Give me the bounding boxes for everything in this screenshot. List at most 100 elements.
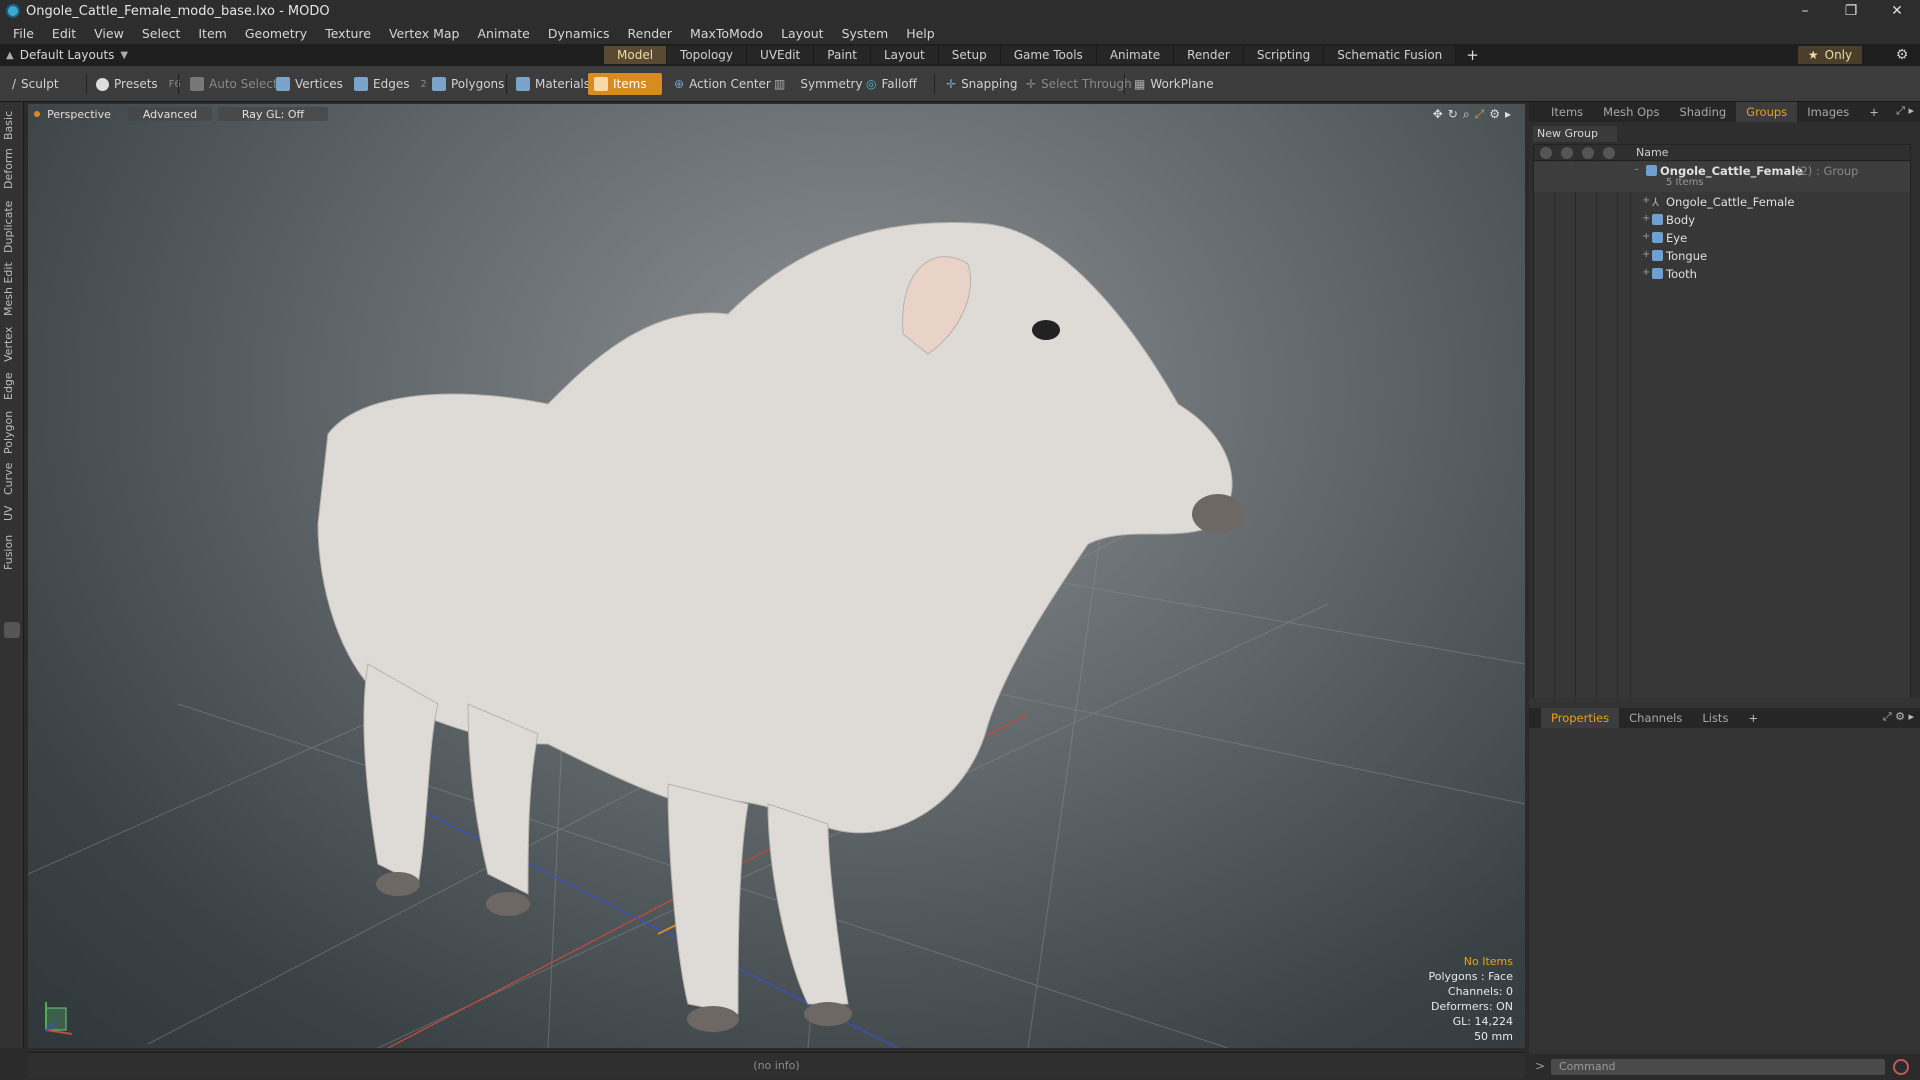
tab-game-tools[interactable]: Game Tools	[1000, 46, 1097, 64]
menu-geometry[interactable]: Geometry	[236, 26, 316, 41]
tab-images[interactable]: Images	[1797, 102, 1859, 122]
gear-icon[interactable]: ⚙	[1892, 46, 1912, 64]
tab-lists[interactable]: Lists	[1692, 708, 1738, 728]
command-history-icon[interactable]	[1893, 1059, 1909, 1075]
menu-file[interactable]: File	[4, 26, 43, 41]
expand-icon[interactable]: +	[1642, 195, 1650, 206]
vtab-polygon[interactable]: Polygon	[2, 406, 22, 458]
collapse-icon[interactable]: –	[1634, 164, 1639, 175]
visibility-column-icon[interactable]	[1540, 147, 1552, 159]
vtab-duplicate[interactable]: Duplicate	[2, 198, 22, 256]
menu-edit[interactable]: Edit	[43, 26, 85, 41]
3d-viewport[interactable]: Perspective Advanced Ray GL: Off ✥ ↻ ⌕ ⤢…	[28, 104, 1525, 1048]
menu-vertex-map[interactable]: Vertex Map	[380, 26, 469, 41]
tab-model[interactable]: Model	[604, 46, 668, 64]
tab-animate[interactable]: Animate	[1096, 46, 1175, 64]
snapping-button[interactable]: ✛ Snapping	[940, 73, 1023, 95]
panel-expand-icon[interactable]: ⤢ ▸	[1896, 104, 1914, 118]
menu-select[interactable]: Select	[133, 26, 190, 41]
tab-mesh-ops[interactable]: Mesh Ops	[1593, 102, 1669, 122]
sculpt-button[interactable]: / Sculpt	[6, 73, 65, 95]
menu-dynamics[interactable]: Dynamics	[539, 26, 619, 41]
list-item[interactable]: + Tongue	[1534, 247, 1910, 265]
viewport-options-dot-icon[interactable]	[34, 111, 40, 117]
list-item[interactable]: + ⅄ Ongole_Cattle_Female	[1534, 193, 1910, 211]
materials-button[interactable]: Materials	[510, 73, 596, 95]
expand-icon[interactable]: +	[1642, 249, 1650, 260]
polygons-button[interactable]: Polygons	[426, 73, 510, 95]
new-group-button[interactable]: New Group	[1533, 126, 1617, 142]
menu-view[interactable]: View	[85, 26, 133, 41]
menu-help[interactable]: Help	[897, 26, 944, 41]
render-column-icon[interactable]	[1561, 147, 1573, 159]
symmetry-button[interactable]: ▥ Symmetry	[768, 73, 869, 95]
viewport-gear-icon[interactable]: ⚙	[1489, 107, 1500, 122]
tab-setup[interactable]: Setup	[938, 46, 1001, 64]
name-column-header[interactable]: Name	[1636, 146, 1668, 159]
only-button[interactable]: ★ Only	[1798, 46, 1862, 64]
menu-animate[interactable]: Animate	[469, 26, 539, 41]
tab-paint[interactable]: Paint	[814, 46, 871, 64]
viewport-more-icon[interactable]: ▸	[1505, 107, 1511, 122]
presets-button[interactable]: Presets F6	[90, 73, 187, 95]
list-item[interactable]: + Body	[1534, 211, 1910, 229]
vtab-uv[interactable]: UV	[2, 500, 22, 526]
minimize-button[interactable]: –	[1782, 0, 1828, 22]
props-expand-icon[interactable]: ⤢ ⚙ ▸	[1883, 710, 1914, 724]
zoom-icon[interactable]: ⌕	[1463, 107, 1470, 122]
menu-system[interactable]: System	[833, 26, 898, 41]
restore-button[interactable]: ❐	[1828, 0, 1874, 22]
menu-layout[interactable]: Layout	[772, 26, 833, 41]
tab-schematic-fusion[interactable]: Schematic Fusion	[1324, 46, 1457, 64]
vtab-curve[interactable]: Curve	[2, 460, 22, 498]
close-button[interactable]: ✕	[1874, 0, 1920, 22]
tab-layout[interactable]: Layout	[870, 46, 939, 64]
tab-properties[interactable]: Properties	[1541, 708, 1620, 728]
add-tab-icon[interactable]: +	[1456, 46, 1489, 64]
vtab-vertex[interactable]: Vertex	[2, 322, 22, 366]
lock-column-icon[interactable]	[1582, 147, 1594, 159]
group-row[interactable]: – Ongole_Cattle_Female (2) : Group 5 Ite…	[1534, 162, 1910, 192]
vtab-deform[interactable]: Deform	[2, 146, 22, 192]
select-through-button[interactable]: ✛ Select Through	[1020, 73, 1138, 95]
action-center-button[interactable]: ⊕ Action Center	[668, 73, 777, 95]
select-column-icon[interactable]	[1603, 147, 1615, 159]
pan-icon[interactable]: ✥	[1433, 107, 1443, 122]
fit-icon[interactable]: ⤢	[1475, 107, 1485, 122]
list-item[interactable]: + Tooth	[1534, 265, 1910, 283]
raygl-toggle[interactable]: Ray GL: Off	[218, 107, 328, 121]
menu-item[interactable]: Item	[189, 26, 235, 41]
tab-groups[interactable]: Groups	[1736, 102, 1798, 122]
vtab-basic[interactable]: Basic	[2, 108, 22, 142]
auto-select-button[interactable]: Auto Select	[184, 73, 284, 95]
add-panel-tab-icon[interactable]: +	[1859, 102, 1889, 122]
tab-items[interactable]: Items	[1541, 102, 1593, 122]
vtab-mesh-edit[interactable]: Mesh Edit	[2, 260, 22, 318]
vtab-edge[interactable]: Edge	[2, 368, 22, 404]
tab-scripting[interactable]: Scripting	[1243, 46, 1325, 64]
palette-options-button[interactable]	[4, 622, 20, 638]
menu-maxtomodo[interactable]: MaxToModo	[681, 26, 772, 41]
list-item[interactable]: + Eye	[1534, 229, 1910, 247]
expand-icon[interactable]: +	[1642, 213, 1650, 224]
falloff-button[interactable]: ◎ Falloff	[860, 73, 923, 95]
workplane-button[interactable]: ▦ WorkPlane	[1128, 73, 1220, 95]
menu-render[interactable]: Render	[619, 26, 682, 41]
tab-channels[interactable]: Channels	[1619, 708, 1692, 728]
collapse-arrow-icon[interactable]: ▲	[6, 50, 14, 61]
tab-shading[interactable]: Shading	[1669, 102, 1736, 122]
tab-topology[interactable]: Topology	[667, 46, 748, 64]
add-props-tab-icon[interactable]: +	[1738, 708, 1768, 728]
vtab-fusion[interactable]: Fusion	[2, 530, 22, 574]
tab-render[interactable]: Render	[1174, 46, 1244, 64]
view-type-button[interactable]: Perspective	[47, 107, 111, 121]
menu-texture[interactable]: Texture	[316, 26, 380, 41]
rotate-icon[interactable]: ↻	[1448, 107, 1458, 122]
items-button[interactable]: Items	[588, 73, 662, 95]
tab-uvedit[interactable]: UVEdit	[747, 46, 815, 64]
command-input[interactable]: Command	[1551, 1059, 1885, 1075]
layout-selector[interactable]: ▲ Default Layouts ▼	[6, 44, 128, 66]
shading-mode-button[interactable]: Advanced	[128, 107, 212, 121]
expand-icon[interactable]: +	[1642, 231, 1650, 242]
expand-icon[interactable]: +	[1642, 267, 1650, 278]
